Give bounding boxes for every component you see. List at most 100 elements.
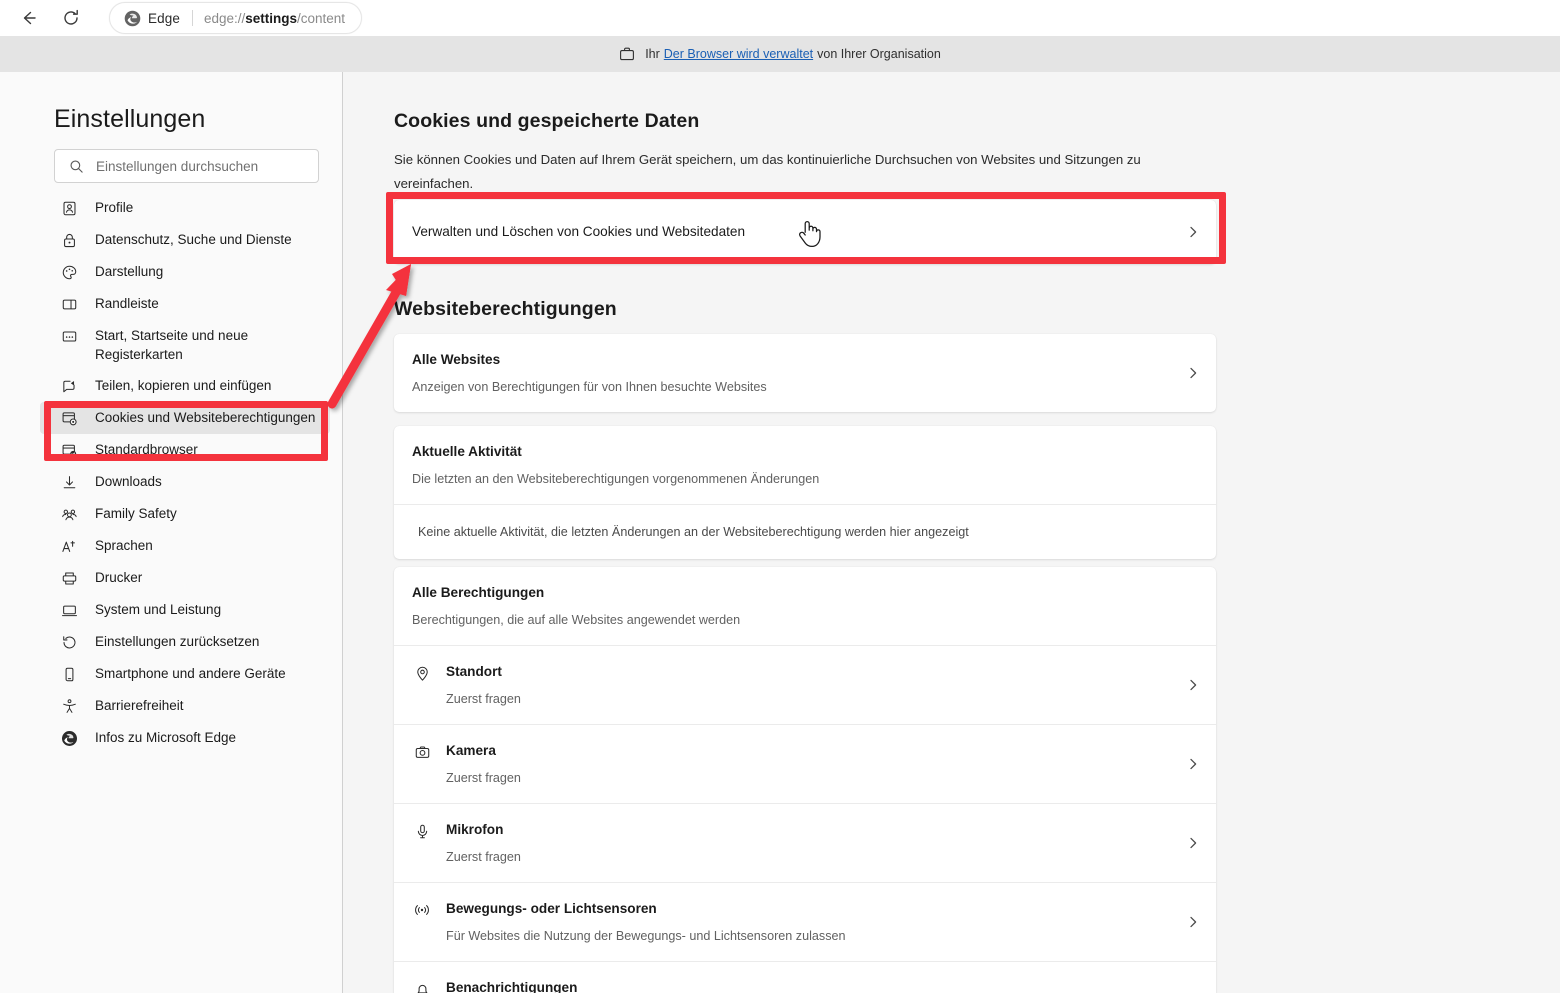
sidebar-item-label: Start, Startseite und neue Registerkarte…	[95, 328, 249, 362]
camera-icon	[412, 742, 432, 762]
sidebar-item-system-performance[interactable]: System und Leistung	[40, 594, 330, 626]
omnibox-separator	[191, 10, 193, 26]
lock-icon	[60, 231, 78, 249]
sidebar-item-label: Drucker	[95, 570, 143, 585]
managed-banner-link[interactable]: Der Browser wird verwaltet	[664, 47, 813, 61]
sidebar-item-reset-settings[interactable]: Einstellungen zurücksetzen	[40, 626, 330, 658]
bell-icon	[412, 979, 432, 993]
url-bold-part: settings	[245, 10, 297, 26]
chevron-right-icon	[1186, 757, 1200, 771]
permission-label: Bewegungs- oder Lichtsensoren	[446, 901, 657, 916]
sidebar-item-label: Darstellung	[95, 264, 164, 279]
settings-nav-list: Profile Datenschutz, Suche und Dienste D…	[40, 192, 330, 754]
sidebar-item-default-browser[interactable]: Standardbrowser	[40, 434, 330, 466]
edge-logo-icon	[124, 10, 141, 26]
sidebar-item-label: Datenschutz, Suche und Dienste	[95, 232, 292, 247]
sidebar-item-privacy[interactable]: Datenschutz, Suche und Dienste	[40, 224, 330, 256]
sidebar-item-start-home-newtabs[interactable]: Start, Startseite und neue Registerkarte…	[40, 320, 330, 370]
sidebar-item-downloads[interactable]: Downloads	[40, 466, 330, 498]
sidebar-item-share-copy-paste[interactable]: Teilen, kopieren und einfügen	[40, 370, 330, 402]
search-input[interactable]	[96, 158, 292, 174]
all-permissions-card: Alle Berechtigungen Berechtigungen, die …	[394, 567, 1216, 993]
sidebar-item-label: Family Safety	[95, 506, 177, 521]
sidebar-item-label: Teilen, kopieren und einfügen	[95, 378, 272, 393]
accessibility-icon	[60, 697, 78, 715]
sidebar-item-label: Downloads	[95, 474, 162, 489]
managed-banner-suffix: von Ihrer Organisation	[817, 47, 941, 61]
sidebar-item-appearance[interactable]: Darstellung	[40, 256, 330, 288]
settings-search-box[interactable]	[54, 149, 319, 183]
address-bar[interactable]: Edge edge://settings/content	[109, 2, 363, 34]
settings-page: Einstellungen Profile	[0, 72, 1560, 993]
family-icon	[60, 505, 78, 523]
sidebar-item-cookies-and-site-permissions[interactable]: Cookies und Websiteberechtigungen	[40, 402, 330, 441]
search-icon	[69, 159, 84, 174]
sidebar-item-profile[interactable]: Profile	[40, 192, 330, 224]
chevron-right-icon	[1186, 678, 1200, 692]
recent-activity-header: Aktuelle Aktivität Die letzten an den We…	[394, 426, 1216, 504]
all-websites-subtitle: Anzeigen von Berechtigungen für von Ihne…	[412, 380, 767, 394]
all-permissions-subtitle: Berechtigungen, die auf alle Websites an…	[412, 613, 741, 627]
permission-value: Für Websites die Nutzung der Bewegungs- …	[446, 929, 846, 943]
reload-button[interactable]	[54, 1, 88, 35]
recent-activity-empty-note: Keine aktuelle Aktivität, die letzten Än…	[418, 525, 969, 539]
manage-cookies-texts: Verwalten und Löschen von Cookies und We…	[412, 222, 1172, 242]
all-websites-row[interactable]: Alle Websites Anzeigen von Berechtigunge…	[394, 334, 1216, 412]
chevron-right-icon	[1186, 836, 1200, 850]
permission-value: Zuerst fragen	[446, 850, 521, 864]
sidebar-item-phone-other-devices[interactable]: Smartphone und andere Geräte	[40, 658, 330, 690]
sidebar-item-label: Profile	[95, 200, 134, 215]
cookies-section-description: Sie können Cookies und Daten auf Ihrem G…	[394, 152, 1141, 191]
permission-row-microphone[interactable]: Mikrofon Zuerst fragen	[394, 804, 1216, 882]
sidebar-item-label: Sprachen	[95, 538, 153, 553]
reload-icon	[64, 9, 78, 25]
sidebar-item-languages[interactable]: Sprachen	[40, 530, 330, 562]
permission-row-location[interactable]: Standort Zuerst fragen	[394, 646, 1216, 724]
recent-activity-texts: Aktuelle Aktivität Die letzten an den We…	[412, 442, 1172, 488]
manage-cookies-card[interactable]: Verwalten und Löschen von Cookies und We…	[394, 200, 1216, 264]
managed-browser-banner: Ihr Der Browser wird verwaltet von Ihrer…	[0, 36, 1560, 72]
permission-row-camera[interactable]: Kamera Zuerst fragen	[394, 725, 1216, 803]
system-icon	[60, 601, 78, 619]
sidebar-icon	[60, 295, 78, 313]
sidebar-item-accessibility[interactable]: Barrierefreiheit	[40, 690, 330, 722]
location-pin-icon	[412, 663, 432, 683]
permission-row-motion-light-sensors[interactable]: Bewegungs- oder Lichtsensoren Für Websit…	[394, 883, 1216, 961]
recent-activity-card: Aktuelle Aktivität Die letzten an den We…	[394, 426, 1216, 559]
url-suffix: /content	[297, 10, 346, 26]
permission-texts: Benachrichtigungen Zuerst fragen	[446, 978, 1172, 993]
microphone-icon	[412, 821, 432, 841]
default-browser-icon	[60, 441, 78, 459]
permission-row-notifications[interactable]: Benachrichtigungen Zuerst fragen	[394, 962, 1216, 993]
manage-cookies-label: Verwalten und Löschen von Cookies und We…	[412, 224, 746, 239]
home-tabs-icon	[60, 327, 78, 345]
all-websites-card[interactable]: Alle Websites Anzeigen von Berechtigunge…	[394, 334, 1216, 412]
manage-cookies-row[interactable]: Verwalten und Löschen von Cookies und We…	[394, 200, 1216, 264]
sidebar-item-label: Cookies und Websiteberechtigungen	[95, 410, 316, 425]
sidebar-item-label: Einstellungen zurücksetzen	[95, 634, 260, 649]
share-icon	[60, 377, 78, 395]
sidebar-item-sidebar[interactable]: Randleiste	[40, 288, 330, 320]
permission-label: Mikrofon	[446, 822, 504, 837]
page-title: Einstellungen	[54, 105, 206, 133]
sidebar-item-family-safety[interactable]: Family Safety	[40, 498, 330, 530]
omnibox-brand-label: Edge	[148, 10, 180, 26]
back-button[interactable]	[12, 1, 46, 35]
edge-logo-icon	[60, 729, 78, 747]
all-permissions-header: Alle Berechtigungen Berechtigungen, die …	[394, 567, 1216, 645]
sidebar-item-label: Randleiste	[95, 296, 159, 311]
all-permissions-texts: Alle Berechtigungen Berechtigungen, die …	[412, 583, 1172, 629]
omnibox-url: edge://settings/content	[204, 11, 345, 26]
permission-texts: Kamera Zuerst fragen	[446, 741, 1172, 787]
phone-icon	[60, 665, 78, 683]
chevron-right-icon	[1186, 366, 1200, 380]
reset-icon	[60, 633, 78, 651]
profile-icon	[60, 199, 78, 217]
settings-content: Cookies und gespeicherte Daten Sie könne…	[343, 72, 1560, 993]
sidebar-item-about-edge[interactable]: Infos zu Microsoft Edge	[40, 722, 330, 754]
url-prefix: edge://	[203, 10, 246, 26]
printer-icon	[60, 569, 78, 587]
sidebar-item-label: Smartphone und andere Geräte	[95, 666, 286, 681]
sidebar-item-printers[interactable]: Drucker	[40, 562, 330, 594]
browser-toolbar: Edge edge://settings/content	[0, 0, 1560, 36]
